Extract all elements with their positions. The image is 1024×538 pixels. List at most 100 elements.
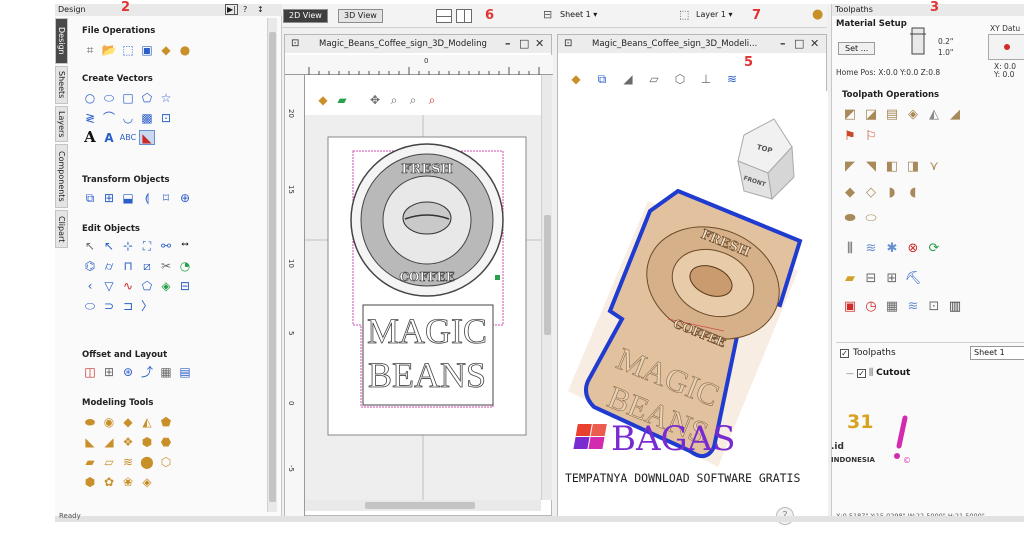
text-tool-icon[interactable]: A xyxy=(82,130,98,145)
extrude-icon[interactable]: ◆ xyxy=(120,414,136,429)
import-vectors-icon[interactable]: ⬚ xyxy=(120,42,136,57)
trace-bitmap-icon[interactable]: ◣ xyxy=(139,130,155,145)
moulding-toolpath-icon[interactable]: ⚐ xyxy=(863,128,879,144)
distort-icon[interactable]: ⌑ xyxy=(158,190,174,205)
scale-icon[interactable]: ⊞ xyxy=(101,190,117,205)
texture-toolpath-icon[interactable]: ◥ xyxy=(863,158,879,174)
quick-engrave-icon[interactable]: ◈ xyxy=(905,106,921,122)
job-setup-icon[interactable]: ⌗ xyxy=(82,42,98,57)
profile-toolpath-icon[interactable]: ◩ xyxy=(842,106,858,122)
bitmap-toggle-icon[interactable]: ▰ xyxy=(334,92,350,107)
pan-icon[interactable]: ✥ xyxy=(367,92,383,107)
minimize-button-3d[interactable]: – xyxy=(780,37,786,50)
select-icon[interactable]: ↖ xyxy=(82,238,98,253)
2d-canvas[interactable]: FRESH COFFEE MAGIC BEANS xyxy=(305,115,541,500)
circular-array-icon[interactable]: ⊛ xyxy=(120,364,136,379)
texture-icon[interactable]: ⬣ xyxy=(158,434,174,449)
3d-model-icon[interactable]: ◆ xyxy=(568,71,584,86)
tab-design[interactable]: Design xyxy=(55,18,68,64)
weld-icon[interactable]: ⌬ xyxy=(82,258,98,273)
rotate-icon[interactable]: ⬓ xyxy=(120,190,136,205)
delete-toolpath-icon[interactable]: ⊗ xyxy=(905,240,921,256)
distort-component-icon[interactable]: ❖ xyxy=(120,434,136,449)
2d-view-horizontal-scrollbar[interactable] xyxy=(305,500,541,511)
3d-axis-icon[interactable]: ⊥ xyxy=(698,71,714,86)
material-simulation-icon[interactable]: ▣ xyxy=(842,298,858,314)
inlay-toolpath-icon[interactable]: ⚑ xyxy=(842,128,858,144)
toolpath-document-icon[interactable]: ⊡ xyxy=(926,298,942,314)
2d-view-vscroll-thumb[interactable] xyxy=(544,215,551,335)
mirror-icon[interactable]: ⟬ xyxy=(139,190,155,205)
extend-icon[interactable]: ⬭ xyxy=(82,298,98,313)
2d-view-button[interactable]: 2D View xyxy=(283,9,328,23)
toolpath-report-icon[interactable]: ≋ xyxy=(905,298,921,314)
offset-icon[interactable]: ◫ xyxy=(82,364,98,379)
join-icon[interactable]: ◔ xyxy=(177,258,193,273)
toolpaths-visibility-check[interactable]: ✓ Toolpaths xyxy=(840,348,896,358)
bake-icon[interactable]: ▰ xyxy=(82,454,98,469)
shape-creator-icon[interactable]: ⬬ xyxy=(82,414,98,429)
node-add-icon[interactable]: ⊹ xyxy=(120,238,136,253)
zoom-selection-icon[interactable]: ⌕ xyxy=(424,92,440,107)
morph-icon[interactable]: ✿ xyxy=(101,474,117,489)
merge-toolpaths-icon[interactable]: ⊞ xyxy=(884,270,900,286)
finishing-toolpath-icon[interactable]: ◨ xyxy=(905,158,921,174)
plate-layout-icon[interactable]: ▤ xyxy=(177,364,193,379)
toolpath-template-icon[interactable]: ⊟ xyxy=(863,270,879,286)
draw-polyline-icon[interactable]: ≷ xyxy=(82,110,98,125)
slice-icon[interactable]: ▱ xyxy=(101,454,117,469)
prism-toolpath-icon[interactable]: ◢ xyxy=(947,106,963,122)
xy-datum-selector[interactable] xyxy=(988,34,1024,60)
3d-preview-icon[interactable]: ◆ xyxy=(315,92,331,107)
align-icon[interactable]: ⊕ xyxy=(177,190,193,205)
nest-parts-icon[interactable]: ◈ xyxy=(158,278,174,293)
3d-profile-icon[interactable]: ◗ xyxy=(884,184,900,200)
trim-icon[interactable]: ⧄ xyxy=(139,258,155,273)
array-copy-icon[interactable]: ⊟ xyxy=(177,278,193,293)
chamfer-icon[interactable]: ▽ xyxy=(101,278,117,293)
vcarve-toolpath-icon[interactable]: ◭ xyxy=(926,106,942,122)
roughing-toolpath-icon[interactable]: ◧ xyxy=(884,158,900,174)
chevron-right-icon[interactable]: 〉 xyxy=(139,298,155,313)
3d-raster-icon[interactable]: ◖ xyxy=(905,184,921,200)
drilling-toolpath-icon[interactable]: ▤ xyxy=(884,106,900,122)
create-component-icon[interactable]: ⬢ xyxy=(82,474,98,489)
fade-icon[interactable]: ◣ xyxy=(82,434,98,449)
material-set-button[interactable]: Set ... xyxy=(838,42,876,55)
tool-database-icon[interactable]: ⛏ xyxy=(905,270,922,286)
two-rail-sweep-icon[interactable]: ◭ xyxy=(139,414,155,429)
interactive-select-icon[interactable]: ⛶ xyxy=(139,238,155,253)
design-panel-scroll-thumb[interactable] xyxy=(269,32,276,502)
tab-components[interactable]: Components xyxy=(55,144,68,208)
3d-view-button[interactable]: 3D View xyxy=(338,9,383,23)
text-on-curve-icon[interactable]: A xyxy=(101,130,117,145)
3d-material-icon[interactable]: ◢ xyxy=(620,71,636,86)
tab-clipart[interactable]: Clipart xyxy=(55,210,68,248)
layer-color-icon[interactable]: ● xyxy=(812,7,823,22)
dome-icon[interactable]: ◉ xyxy=(101,414,117,429)
smooth-curves-icon[interactable]: ∿ xyxy=(120,278,136,293)
pocket-toolpath-icon[interactable]: ◪ xyxy=(863,106,879,122)
layer-combo[interactable]: Layer 1 ▾ xyxy=(696,10,733,19)
cutout-checkbox[interactable]: ✓ xyxy=(857,368,866,378)
emboss-icon[interactable]: ◈ xyxy=(139,474,155,489)
maximize-button[interactable]: □ xyxy=(519,37,529,50)
preview-toolpath-icon[interactable]: ≋ xyxy=(863,240,879,256)
measure-icon[interactable]: ↔ xyxy=(177,238,193,253)
fillet-icon[interactable]: ‹ xyxy=(82,278,98,293)
toolpath-folder-icon[interactable]: ▰ xyxy=(842,270,858,286)
fill-pattern-icon[interactable]: ▩ xyxy=(139,110,155,125)
group-icon[interactable]: ⚯ xyxy=(158,238,174,253)
recalculate-icon[interactable]: ⫼ xyxy=(842,240,858,256)
intersect-icon[interactable]: ⊓ xyxy=(120,258,136,273)
tab-layers[interactable]: Layers xyxy=(55,106,68,142)
toolpath-summary-icon[interactable]: ✱ xyxy=(884,240,900,256)
2d-view-hscroll-thumb[interactable] xyxy=(365,502,475,509)
3d-finishing-icon[interactable]: ◇ xyxy=(863,184,879,200)
rotary-toolpath-icon[interactable]: ⬭ xyxy=(863,210,879,226)
node-edit-icon[interactable]: ↖ xyxy=(101,238,117,253)
copy-along-vector-icon[interactable]: ⤴ xyxy=(139,364,155,379)
minimize-button[interactable]: – xyxy=(505,37,511,50)
clipart-icon[interactable]: ● xyxy=(177,42,193,57)
3d-toolpath-icon[interactable]: ≋ xyxy=(724,71,740,86)
